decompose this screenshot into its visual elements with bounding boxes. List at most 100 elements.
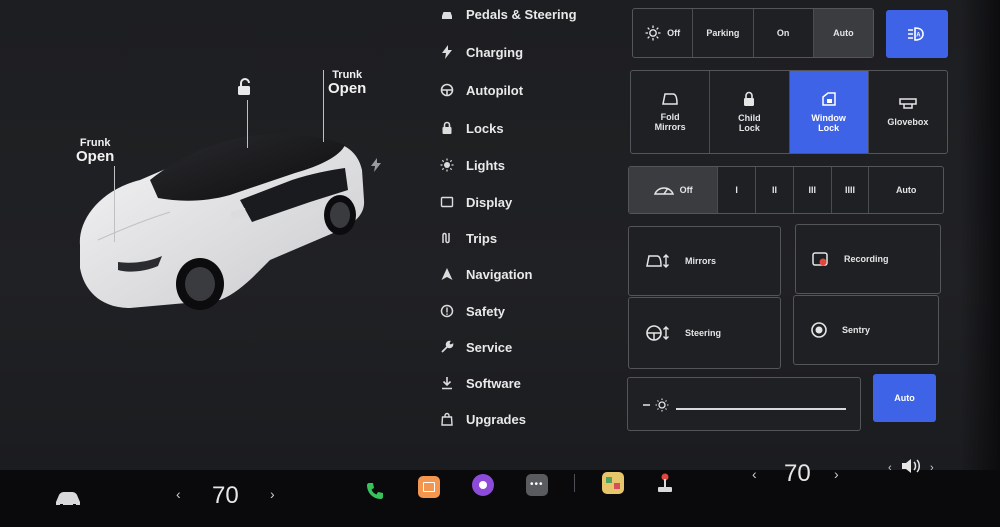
driver-temp-down-chevron[interactable]: ‹ [176,486,181,502]
menu-item-navigation[interactable]: Navigation [440,260,532,288]
fold-mirrors-label: Fold Mirrors [654,112,686,132]
window-lock-icon [821,92,836,106]
menu-item-software[interactable]: Software [440,369,521,397]
headlights-auto-option[interactable]: Auto [813,9,873,57]
navigation-icon [441,268,453,280]
headlights-parking-option[interactable]: Parking [693,9,754,57]
menu-item-label: Safety [466,303,506,319]
brightness-track[interactable] [676,408,846,410]
steering-label: Steering [685,328,722,338]
bottom-bar: ‹ 70 › ••• ‹ 70 › ‹ › [0,459,1000,527]
display-brightness-slider[interactable] [627,377,861,431]
frunk-leader-line [114,166,115,242]
headlights-off-option[interactable]: Off [633,9,694,57]
steering-adjust-button[interactable]: Steering [628,297,781,369]
menu-item-lights[interactable]: Lights [440,151,505,179]
sentry-label: Sentry [842,325,871,335]
screen-bezel [960,0,1000,470]
menu-item-pedals-steering[interactable]: Pedals & Steering [440,0,577,28]
child-lock-icon [744,91,755,106]
passenger-temperature[interactable]: 70 [784,460,811,488]
passenger-temp-up-chevron[interactable]: › [834,466,839,482]
menu-item-label: Display [466,194,513,210]
more-apps-icon[interactable]: ••• [526,474,548,496]
window-lock-button[interactable]: Window Lock [789,71,869,153]
wiper-off-option[interactable]: Off [629,167,719,213]
brightness-auto-label: Auto [894,393,915,403]
wiper-selector: Off I II III IIII Auto [628,166,944,214]
mirrors-label: Mirrors [685,256,717,266]
wiper-speed-1[interactable]: I [718,167,757,213]
car-visualization[interactable]: Frunk Open Trunk Open [40,40,420,340]
driver-temp-up-chevron[interactable]: › [270,486,275,502]
menu-item-safety[interactable]: Safety [440,297,505,325]
bag-icon [441,412,453,426]
car-icon[interactable] [54,490,82,508]
headlights-off-label: Off [667,28,681,38]
menu-item-label: Upgrades [466,411,526,427]
frunk-status[interactable]: Frunk Open [76,136,114,164]
glovebox-icon [899,98,917,109]
toybox-icon[interactable] [602,472,624,494]
volume-up-chevron[interactable]: › [930,462,934,474]
wiper-speed-4[interactable]: IIII [832,167,870,213]
trips-icon [442,232,450,244]
recording-button[interactable]: Recording [795,224,941,294]
menu-item-label: Navigation [466,266,533,282]
arcade-joystick-icon[interactable] [654,472,676,494]
calendar-icon[interactable] [418,476,440,498]
wiper-speed-2-label: II [771,185,777,195]
high-beam-button[interactable]: A [886,10,948,58]
wiper-off-label: Off [679,185,693,195]
display-icon [440,196,454,208]
phone-icon[interactable] [364,480,386,502]
headlights-on-option[interactable]: On [754,9,814,57]
volume-icon[interactable] [900,458,922,474]
mirror-adjust-icon [646,254,669,268]
frunk-state: Open [76,148,115,165]
menu-item-trips[interactable]: Trips [440,224,497,252]
menu-item-upgrades[interactable]: Upgrades [440,405,526,433]
steering-adjust-icon [646,325,669,341]
charge-port-bolt-icon[interactable] [370,158,382,172]
menu-item-autopilot[interactable]: Autopilot [440,76,523,104]
glovebox-button[interactable]: Glovebox [869,71,947,153]
sentry-button[interactable]: Sentry [793,295,939,365]
passenger-temp-down-chevron[interactable]: ‹ [752,466,757,482]
mirror-icon [662,93,678,105]
door-leader-line [247,100,248,148]
media-player-icon[interactable] [472,474,494,496]
mirrors-adjust-button[interactable]: Mirrors [628,226,781,296]
wiper-speed-4-label: IIII [845,185,856,195]
headlights-parking-label: Parking [706,28,740,38]
menu-item-label: Trips [466,230,498,246]
fold-mirrors-button[interactable]: Fold Mirrors [631,71,711,153]
menu-item-label: Service [466,339,513,355]
wiper-speed-3[interactable]: III [794,167,832,213]
menu-item-display[interactable]: Display [440,188,512,216]
download-icon [442,377,452,390]
menu-item-charging[interactable]: Charging [440,38,523,66]
wiper-speed-3-label: III [808,185,816,195]
dashcam-icon [812,252,828,266]
child-lock-button[interactable]: Child Lock [710,71,790,153]
menu-item-label: Pedals & Steering [466,6,577,22]
menu-item-label: Charging [466,44,524,60]
menu-item-service[interactable]: Service [440,333,512,361]
trunk-state: Open [328,80,367,97]
menu-item-label: Locks [466,120,504,136]
car-icon [442,12,452,19]
trunk-status[interactable]: Trunk Open [328,68,366,96]
unlock-icon[interactable] [236,78,252,96]
wiper-speed-2[interactable]: II [756,167,794,213]
sun-icon [440,158,454,172]
wiper-speed-1-label: I [735,185,738,195]
menu-item-locks[interactable]: Locks [440,114,504,142]
dock-separator [574,474,575,492]
child-lock-label: Child Lock [738,113,761,133]
brightness-auto-button[interactable]: Auto [873,374,936,422]
volume-down-chevron[interactable]: ‹ [888,462,892,474]
wiper-auto-option[interactable]: Auto [869,167,943,213]
dots-glyph: ••• [530,479,544,490]
driver-temperature[interactable]: 70 [212,482,239,510]
